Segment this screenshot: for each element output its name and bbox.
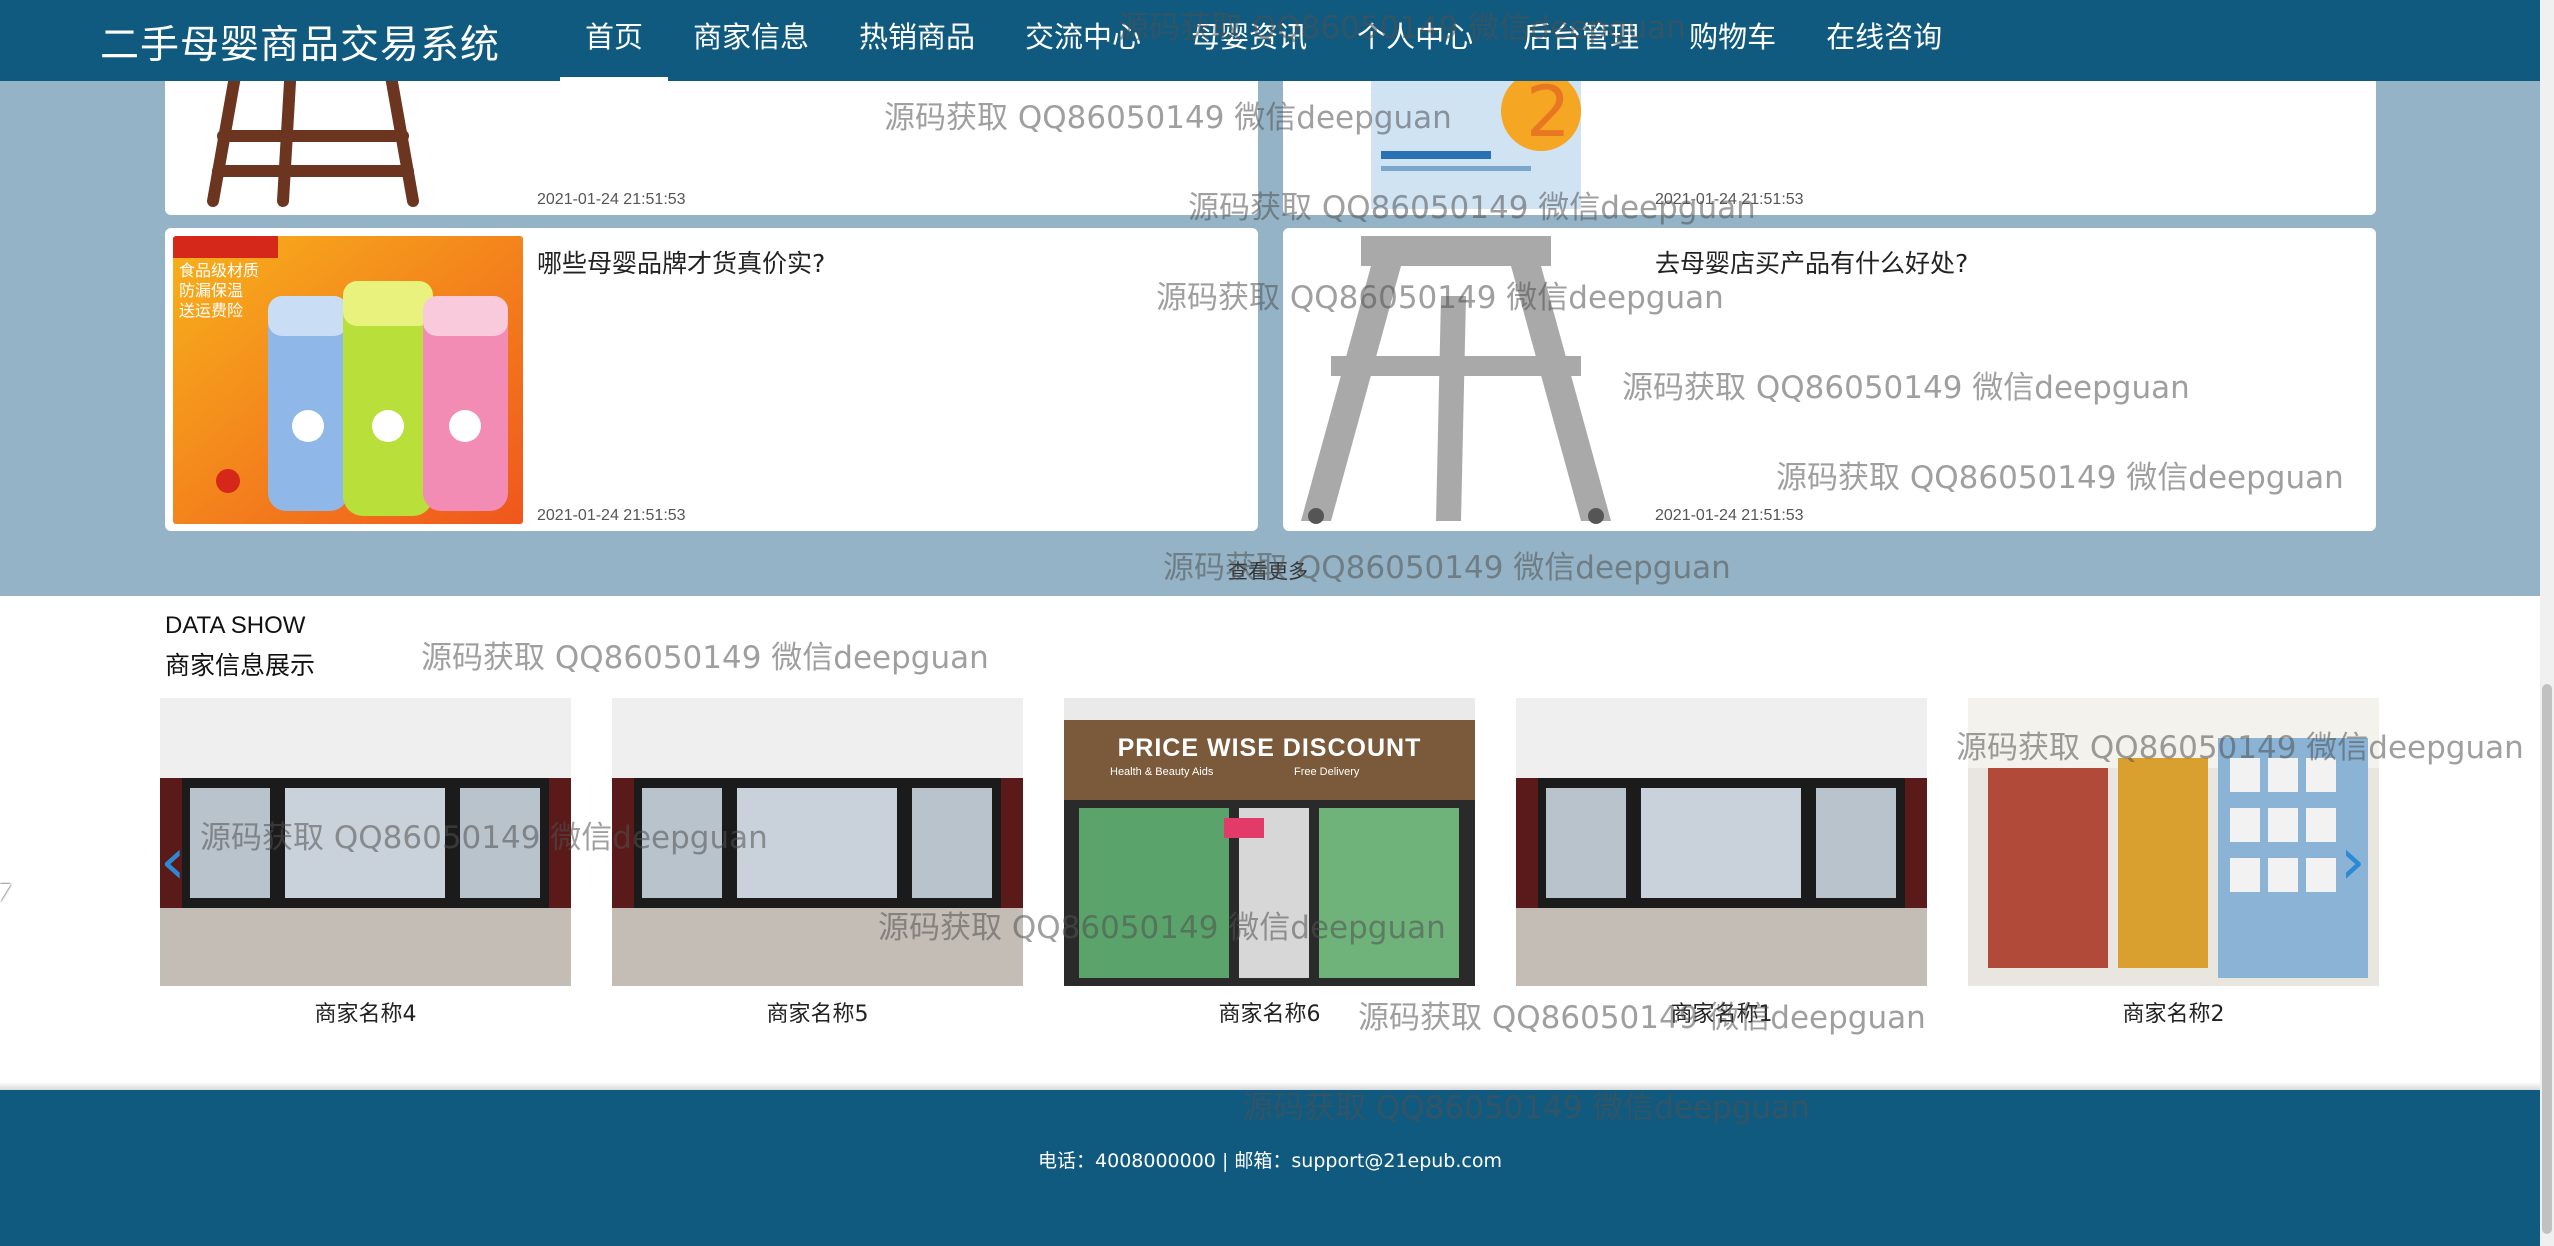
merchant-name: 商家名称5 [766,1002,869,1027]
merchant-card[interactable]: 商家名称2 [1968,698,2379,1028]
store-sign-text: PRICE WISE DISCOUNT [1117,734,1422,762]
news-card[interactable]: 去母婴店买产品有什么好处? 2021-01-24 21:51:53 [1283,228,2376,531]
merchant-card[interactable]: 商家名称4 [160,698,571,1028]
site-brand[interactable]: 二手母婴商品交易系统 [100,14,500,70]
footer-divider [0,1082,2540,1090]
watermark-text: 源码获取 QQ86050149 微信deepguan [421,640,989,676]
merchant-image-boutique [612,698,1023,986]
top-nav: 二手母婴商品交易系统 首页 商家信息 热销商品 交流中心 母婴资讯 个人中心 后… [0,0,2540,81]
nav-menu: 首页 商家信息 热销商品 交流中心 母婴资讯 个人中心 后台管理 购物车 在线咨… [560,0,1967,81]
news-title[interactable]: 哪些母婴品牌才货真价实? [537,244,825,280]
data-show-title-en: DATA SHOW [165,612,306,639]
nav-item-consult[interactable]: 在线咨询 [1801,0,1967,81]
merchant-name: 商家名称6 [1218,1002,1321,1027]
news-date: 2021-01-24 21:51:53 [537,191,686,208]
data-show-title-cn: 商家信息展示 [165,651,316,680]
nav-item-news[interactable]: 母婴资讯 [1166,0,1332,81]
mouse-cursor-icon [0,884,11,902]
merchant-name: 商家名称4 [314,1002,417,1027]
svg-text:2: 2 [1526,71,1571,153]
footer-contact: 电话：4008000000 | 邮箱：support@21epub.com [1038,1150,1502,1172]
merchant-image-discount-store: PRICE WISE DISCOUNT Health & Beauty Aids… [1064,698,1475,986]
merchant-carousel: 商家名称4 商家名称5 PRICE WISE DISCOUNT Health &… [160,698,2400,1028]
store-sign-subtext: Free Delivery [1294,766,1360,778]
svg-text:防漏保温: 防漏保温 [179,281,243,300]
merchant-name: 商家名称1 [1670,1002,1773,1027]
nav-item-cart[interactable]: 购物车 [1664,0,1801,81]
carousel-next-arrow-icon[interactable]: › [2340,830,2366,894]
news-image-wooden-highchair [173,61,523,209]
news-image-kids-bottles: 食品级材质 防漏保温 送运费险 [173,236,523,524]
view-more-link[interactable]: 查看更多 [1228,555,1308,584]
merchant-image-boutique [1516,698,1927,986]
news-section: 2021-01-24 21:51:53 2 2021-01-24 21:51:5… [0,61,2540,596]
news-card[interactable]: 食品级材质 防漏保温 送运费险 哪些母婴品牌才货真价实? 2021-01-24 … [165,228,1258,531]
site-footer: 电话：4008000000 | 邮箱：support@21epub.com [0,1090,2540,1246]
news-card[interactable]: 2 2021-01-24 21:51:53 [1283,61,2376,215]
nav-item-forum[interactable]: 交流中心 [1000,0,1166,81]
svg-text:食品级材质: 食品级材质 [179,261,259,280]
nav-item-home[interactable]: 首页 [560,0,669,81]
merchant-image-boutique [160,698,571,986]
nav-item-hot-goods[interactable]: 热销商品 [834,0,1000,81]
nav-item-admin[interactable]: 后台管理 [1498,0,1664,81]
merchant-card[interactable]: 商家名称5 [612,698,1023,1028]
news-card[interactable]: 2021-01-24 21:51:53 [165,61,1258,215]
news-image-milk-powder: 2 [1291,61,1641,209]
nav-item-merchants[interactable]: 商家信息 [668,0,834,81]
news-image-grey-highchair [1291,236,1641,524]
merchant-card[interactable]: PRICE WISE DISCOUNT Health & Beauty Aids… [1064,698,1475,1028]
news-title[interactable]: 去母婴店买产品有什么好处? [1655,244,1968,280]
nav-item-profile[interactable]: 个人中心 [1332,0,1498,81]
merchant-image-supermarket [1968,698,2379,986]
news-date: 2021-01-24 21:51:53 [1655,507,1804,524]
news-date: 2021-01-24 21:51:53 [1655,191,1804,208]
merchant-card[interactable]: 商家名称1 [1516,698,1927,1028]
news-date: 2021-01-24 21:51:53 [537,507,686,524]
store-sign-subtext: Health & Beauty Aids [1110,766,1214,778]
svg-text:送运费险: 送运费险 [179,301,243,320]
merchant-name: 商家名称2 [2122,1002,2225,1027]
scrollbar-thumb[interactable] [2542,684,2552,1234]
page-scrollbar[interactable] [2540,0,2554,1246]
carousel-prev-arrow-icon[interactable]: ‹ [160,830,186,894]
